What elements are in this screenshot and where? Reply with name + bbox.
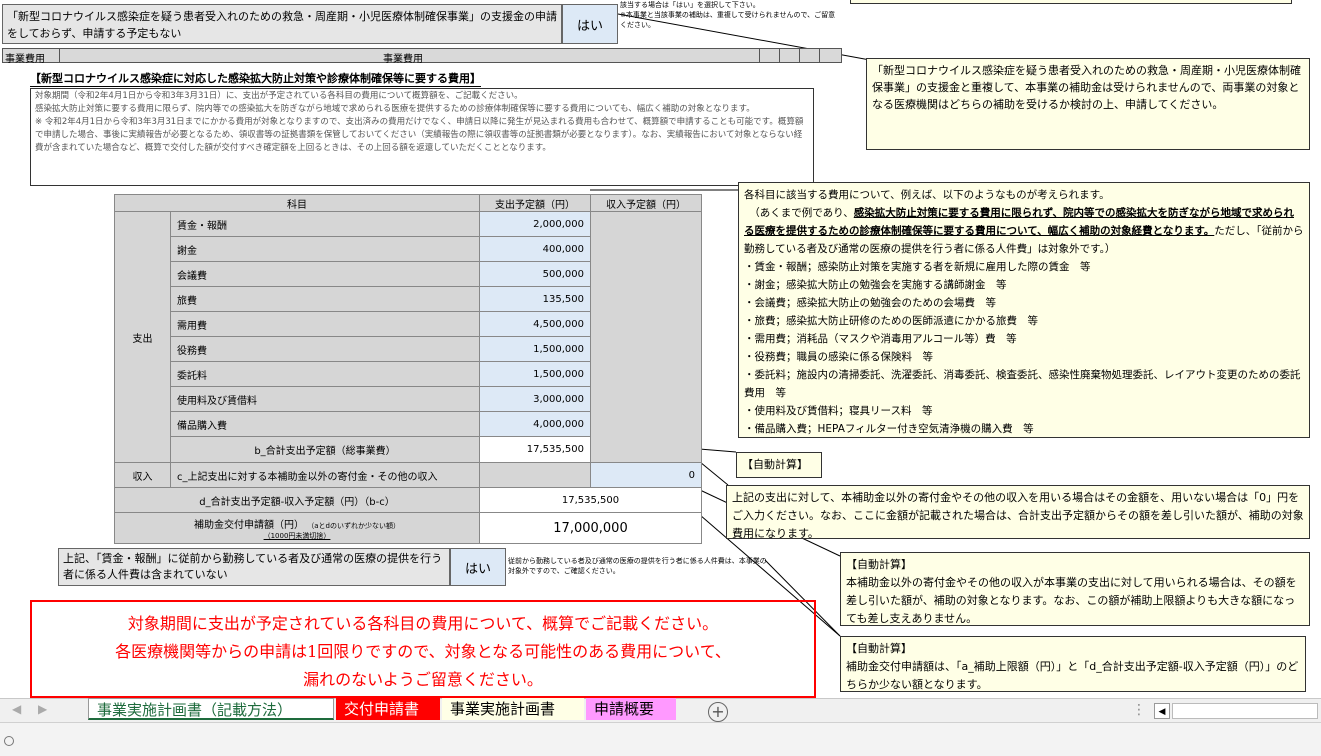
row-value-input[interactable]: 4,000,000	[479, 411, 591, 437]
bottom-question: 上記、「賃金・報酬」に従前から勤務している者及び通常の医療の提供を行う者に係る人…	[58, 548, 450, 586]
instruction-line: 対象期間（令和2年4月1日から令和3年3月31日）に、支出が予定されている各科目…	[35, 91, 523, 101]
row-value-input[interactable]: 1,500,000	[479, 336, 591, 362]
status-indicator-icon	[4, 736, 14, 746]
header-income: 収入予定額（円）	[590, 194, 702, 212]
note2-item: ・賃金・報酬；感染防止対策を実施する者を新規に雇用した際の賃金 等	[744, 261, 1091, 273]
note-other-income: 上記の支出に対して、本補助金以外の寄付金やその他の収入を用いる場合はその金額を、…	[726, 485, 1310, 540]
note2-item: ・役務費；職員の感染に係る保険料 等	[744, 351, 933, 363]
total-label: b_合計支出予定額（総事業費）	[170, 436, 480, 463]
header-side-note-line1: 該当する場合は「はい」を選択して下さい。	[620, 1, 760, 9]
top-note-fragment	[850, 0, 1292, 4]
income-blank-area	[590, 211, 702, 463]
row-value-input[interactable]: 4,500,000	[479, 311, 591, 337]
red-notice-line: 各医療機関等からの申請は1回限りですので、対象となる可能性のある費用について、	[115, 642, 731, 661]
instructions-box: 対象期間（令和2年4月1日から令和3年3月31日）に、支出が予定されている各科目…	[30, 88, 814, 186]
grant-value: 17,000,000	[479, 512, 702, 544]
row-label: 役務費	[170, 336, 480, 362]
red-notice-box: 対象期間に支出が予定されている各科目の費用について、概算でご記載ください。 各医…	[30, 600, 816, 698]
row-label: 謝金	[170, 236, 480, 262]
section-bar: 事業費用 事業費用	[2, 48, 842, 65]
note2-item: ・旅費；感染拡大防止研修のための医師派遣にかかる旅費 等	[744, 315, 1038, 327]
header-side-note: 該当する場合は「はい」を選択して下さい。 ※本事業と当該事業の補助は、重複して受…	[620, 0, 840, 46]
tab-plan[interactable]: 事業実施計画書	[442, 698, 584, 720]
expense-group-label: 支出	[114, 211, 171, 463]
section-title: 【新型コロナウイルス感染症に対応した感染拡大防止対策や診療体制確保等に要する費用…	[30, 72, 481, 87]
header-side-note-line2: ※本事業と当該事業の補助は、重複して受けられませんので、ご留意ください。	[620, 11, 836, 29]
horizontal-scrollbar[interactable]	[1172, 703, 1318, 719]
d-value: 17,535,500	[479, 487, 702, 513]
section-bar-left: 事業費用	[5, 54, 45, 65]
bottom-answer-dropdown[interactable]: はい	[450, 548, 506, 586]
row-value-input[interactable]: 1,500,000	[479, 361, 591, 387]
tab-application[interactable]: 交付申請書	[336, 698, 440, 720]
note2-item: ・備品購入費；HEPAフィルター付き空気清浄機の購入費 等	[744, 423, 1034, 435]
row-value-input[interactable]: 500,000	[479, 261, 591, 287]
income-value-input[interactable]: 0	[590, 462, 702, 488]
row-value-input[interactable]: 400,000	[479, 236, 591, 262]
note-auto-calc-heading: 【自動計算】	[846, 642, 912, 655]
add-sheet-icon[interactable]: +	[708, 702, 728, 722]
grant-label: 補助金交付申請額（円）	[194, 519, 305, 531]
note2-item: ・使用料及び賃借料；寝具リース料 等	[744, 405, 933, 417]
row-label: 使用料及び賃借料	[170, 386, 480, 412]
note2-item: ・委託料；施設内の清掃委託、洗濯委託、消毒委託、検査委託、感染性廃棄物処理委託、…	[744, 369, 1301, 399]
note2-intro: 各科目に該当する費用について、例えば、以下のようなものが考えられます。	[744, 189, 1110, 201]
row-label: 旅費	[170, 286, 480, 312]
row-value-input[interactable]: 3,000,000	[479, 386, 591, 412]
note-duplicate-subsidy: 「新型コロナウイルス感染症を疑う患者受入れのための救急・周産期・小児医療体制確保…	[866, 58, 1310, 150]
note2-item: ・会議費；感染拡大防止の勉強会のための会場費 等	[744, 297, 996, 309]
row-value-input[interactable]: 135,500	[479, 286, 591, 312]
note-auto-calc-heading: 【自動計算】	[846, 558, 912, 571]
income-expense-blank	[479, 462, 591, 488]
note2-item: ・謝金；感染拡大防止の勉強会を実施する講師謝金 等	[744, 279, 1007, 291]
header-subject: 科目	[114, 194, 480, 212]
red-notice-line: 対象期間に支出が予定されている各科目の費用について、概算でご記載ください。	[127, 614, 719, 633]
row-label: 備品購入費	[170, 411, 480, 437]
income-group-label: 収入	[114, 462, 171, 488]
grant-label-cell: 補助金交付申請額（円） （aとdのいずれか少ない額） （1000円未満切捨）	[114, 512, 480, 544]
row-label: 委託料	[170, 361, 480, 387]
tab-instructions[interactable]: 事業実施計画書（記載方法）	[88, 698, 334, 720]
note-auto-calc-3: 【自動計算】 補助金交付申請額は、「a_補助上限額（円）」と「d_合計支出予定額…	[840, 636, 1306, 692]
section-bar-center: 事業費用	[383, 54, 423, 65]
note-auto-calc-1: 【自動計算】	[736, 452, 822, 478]
row-label: 賃金・報酬	[170, 211, 480, 237]
note-auto-calc-2: 【自動計算】 本補助金以外の寄付金やその他の収入が本事業の支出に対して用いられる…	[840, 552, 1310, 626]
row-label: 会議費	[170, 261, 480, 287]
header-answer-dropdown[interactable]: はい	[562, 4, 618, 44]
hscroll-left-icon[interactable]: ◀	[1154, 703, 1170, 719]
status-bar	[0, 722, 1321, 756]
bottom-side-note: 従前から勤務している者及び通常の医療の提供を行う者に係る人件費は、本事業の対象外…	[508, 557, 767, 575]
tab-scroll-left-icon[interactable]: ◀	[12, 702, 21, 716]
income-label: c_上記支出に対する本補助金以外の寄付金・その他の収入	[170, 462, 480, 488]
instruction-line: 感染拡大防止対策に要する費用に限らず、院内等での感染拡大を防ぎながら地域で求めら…	[35, 104, 755, 114]
note-auto-calc-3-body: 補助金交付申請額は、「a_補助上限額（円）」と「d_合計支出予定額-収入予定額（…	[846, 660, 1299, 691]
total-value: 17,535,500	[479, 436, 591, 463]
d-label: d_合計支出予定額-収入予定額（円）（b-c）	[114, 487, 480, 513]
grant-sub: （aとdのいずれか少ない額）	[307, 521, 400, 530]
note2-item: ・需用費；消耗品（マスクや消毒用アルコール等）費 等	[744, 333, 1017, 345]
tab-scroll-right-icon[interactable]: ▶	[38, 702, 47, 716]
row-value-input[interactable]: 2,000,000	[479, 211, 591, 237]
header-expense: 支出予定額（円）	[479, 194, 591, 212]
tab-overview[interactable]: 申請概要	[586, 698, 676, 720]
header-question: 「新型コロナウイルス感染症を疑う患者受入れのための救急・周産期・小児医療体制確保…	[2, 4, 562, 44]
note-auto-calc-2-body: 本補助金以外の寄付金やその他の収入が本事業の支出に対して用いられる場合は、その額…	[846, 576, 1297, 625]
note-expense-examples: 各科目に該当する費用について、例えば、以下のようなものが考えられます。 （あくま…	[738, 182, 1310, 438]
instruction-line: ※ 令和2年4月1日から令和3年3月31日までにかかる費用が対象となりますので、…	[35, 117, 804, 153]
more-options-icon[interactable]: ⋮	[1132, 702, 1146, 718]
red-notice-line: 漏れのないようご留意ください。	[303, 670, 543, 689]
row-label: 需用費	[170, 311, 480, 337]
note2-paren-a: （あくまで例であり、	[754, 207, 854, 219]
grant-sub2: （1000円未満切捨）	[263, 531, 331, 540]
